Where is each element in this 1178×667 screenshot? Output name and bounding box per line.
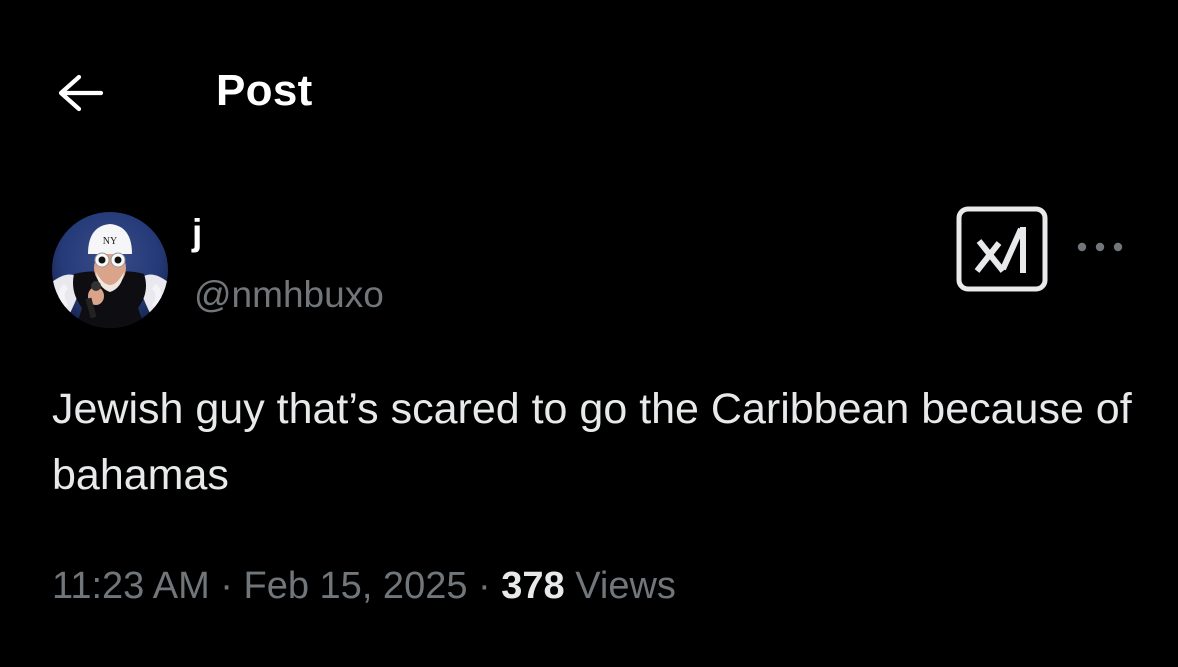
author-handle[interactable]: @nmhbuxo [194,274,384,316]
meta-separator: · [220,565,233,607]
post-page: Post NY j @nmhbuxo Jewish guy that’s sca… [0,0,1178,667]
avatar-image: NY [52,212,168,328]
views-label: Views [575,565,676,607]
grok-logo-icon [956,206,1048,292]
page-title: Post [216,66,313,115]
header: Post [0,0,1178,180]
views-count[interactable]: 378 [501,565,564,607]
post-time[interactable]: 11:23 AM [52,565,210,607]
meta-separator: · [478,565,491,607]
grok-button[interactable] [955,205,1049,293]
arrow-left-icon [58,74,104,112]
post-text: Jewish guy that’s scared to go the Carib… [52,385,1132,499]
avatar[interactable]: NY [52,212,168,328]
more-horizontal-icon [1077,242,1123,252]
post-meta: 11:23 AM · Feb 15, 2025 · 378 Views [52,565,676,608]
post-date[interactable]: Feb 15, 2025 [244,565,468,607]
svg-text:NY: NY [103,236,117,247]
more-options-button[interactable] [1072,232,1128,262]
back-button[interactable] [52,70,108,116]
author-display-name[interactable]: j [192,212,202,254]
